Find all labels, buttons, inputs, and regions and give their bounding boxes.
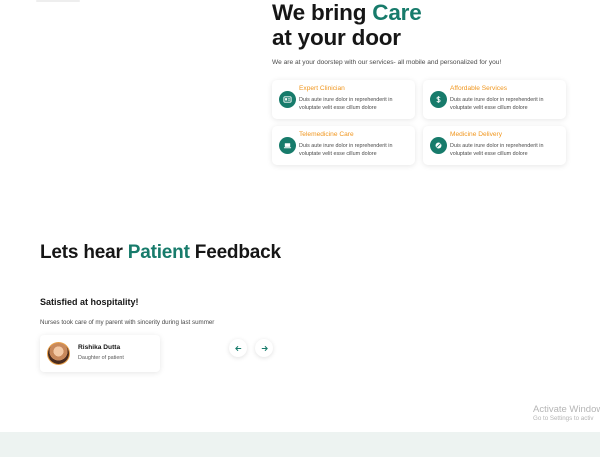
id-card-icon — [279, 91, 296, 108]
prev-testimonial-button[interactable] — [229, 339, 247, 357]
hero-title-accent: Care — [372, 0, 422, 25]
service-description: Duis aute irure dolor in reprehenderit i… — [450, 97, 544, 111]
service-title: Affordable Services — [450, 85, 508, 92]
service-title: Telemedicine Care — [299, 131, 354, 138]
next-testimonial-button[interactable] — [255, 339, 273, 357]
avatar — [47, 342, 70, 365]
service-card-affordable-services[interactable]: Affordable Services Duis aute irure dolo… — [423, 80, 566, 119]
service-description: Duis aute irure dolor in reprehenderit i… — [450, 143, 544, 157]
service-card-expert-clinician[interactable]: Expert Clinician Duis aute irure dolor i… — [272, 80, 415, 119]
hero-title-line2: at your door — [272, 25, 401, 50]
hero-subtitle: We are at your doorstep with our service… — [272, 59, 502, 66]
arrow-right-icon — [261, 345, 268, 351]
author-name: Rishika Dutta — [78, 344, 121, 351]
feedback-title-suffix: Feedback — [189, 242, 281, 263]
feedback-title-prefix: Lets hear — [40, 242, 128, 263]
author-role: Daughter of patient — [78, 355, 124, 361]
windows-activation-subtitle: Go to Settings to activ — [533, 415, 594, 422]
hero-section: We bring Care at your door We are at you… — [272, 0, 572, 66]
service-card-telemedicine-care[interactable]: Telemedicine Care Duis aute irure dolor … — [272, 126, 415, 165]
testimonial-text: Nurses took care of my parent with since… — [40, 319, 215, 326]
service-card-medicine-delivery[interactable]: Medicine Delivery Duis aute irure dolor … — [423, 126, 566, 165]
service-title: Medicine Delivery — [450, 131, 503, 138]
top-divider — [36, 0, 80, 2]
arrow-left-icon — [234, 345, 241, 351]
laptop-icon — [279, 137, 296, 154]
hero-title-prefix: We bring — [272, 0, 373, 25]
dollar-icon — [430, 91, 447, 108]
footer-band — [0, 432, 600, 457]
service-title: Expert Clinician — [299, 85, 345, 92]
service-description: Duis aute irure dolor in reprehenderit i… — [299, 143, 393, 157]
feedback-title-accent: Patient — [127, 242, 190, 263]
testimonial-author-card: Rishika Dutta Daughter of patient — [40, 335, 160, 372]
pill-icon — [430, 137, 447, 154]
service-description: Duis aute irure dolor in reprehenderit i… — [299, 97, 393, 111]
feedback-section-title: Lets hear Patient Feedback — [40, 242, 281, 264]
testimonial-headline: Satisfied at hospitality! — [40, 297, 139, 307]
windows-activation-title: Activate Window — [533, 404, 600, 415]
hero-title: We bring Care at your door — [272, 0, 572, 50]
